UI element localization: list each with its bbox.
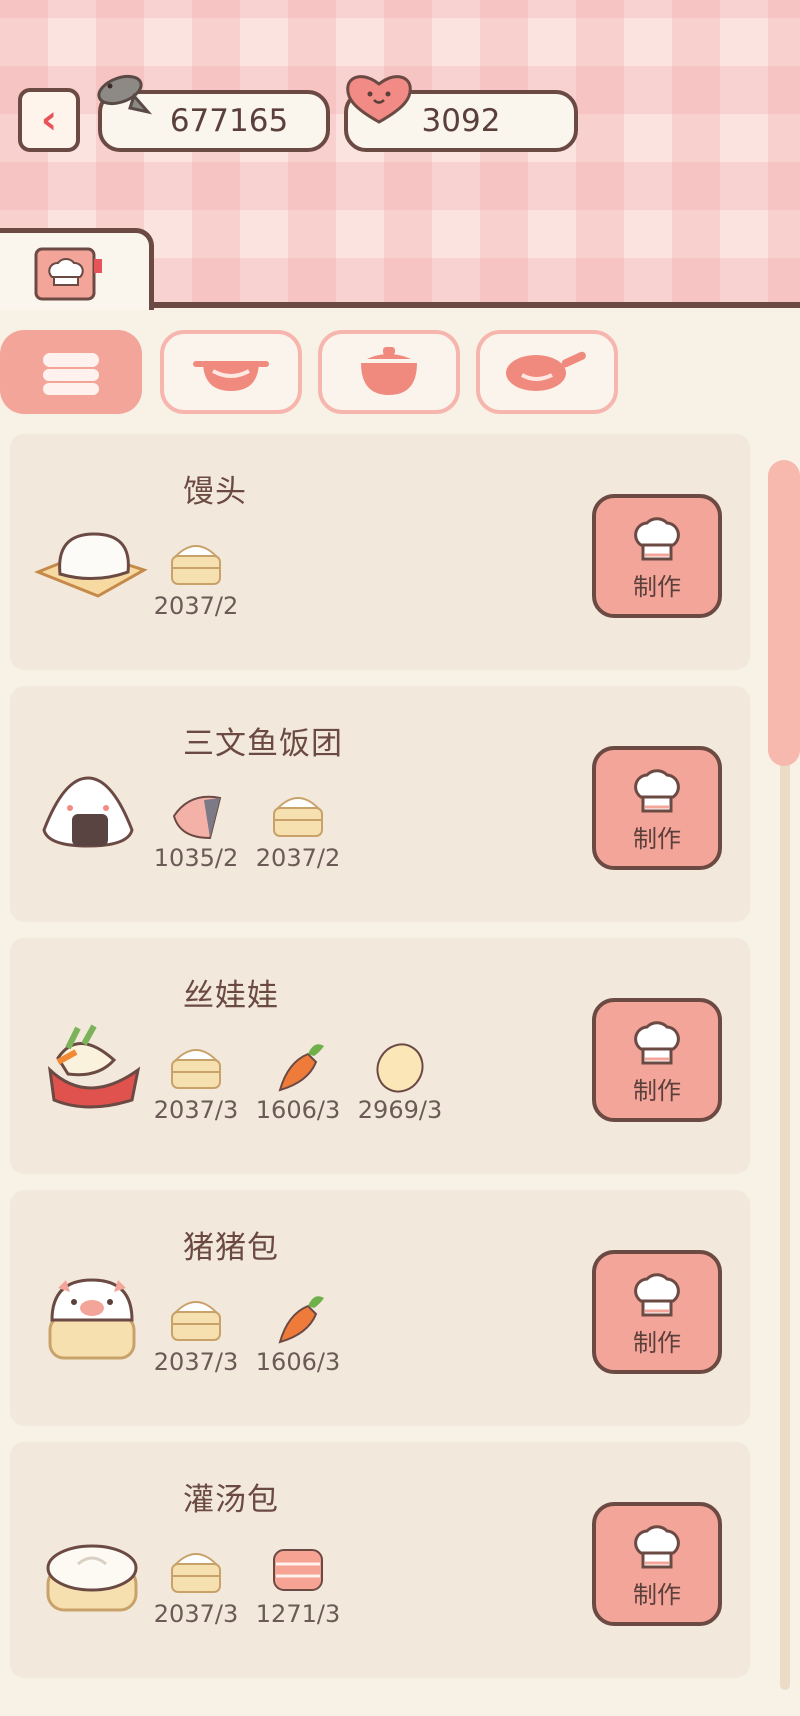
chef-hat-icon bbox=[634, 1020, 680, 1064]
make-label: 制作 bbox=[633, 824, 681, 853]
recipe-card: 三文鱼饭团 1035/2 2037/2 制作 bbox=[10, 686, 750, 922]
ingredient-qty: 2037/2 bbox=[255, 844, 341, 872]
ingredient: 1606/3 bbox=[250, 1038, 346, 1124]
ingredient: 2037/3 bbox=[148, 1038, 244, 1124]
ingredient: 2037/2 bbox=[148, 534, 244, 620]
make-button[interactable]: 制作 bbox=[592, 746, 722, 870]
bun-basket-icon bbox=[171, 1049, 221, 1089]
make-label: 制作 bbox=[633, 1328, 681, 1357]
bun-basket-icon bbox=[273, 797, 323, 837]
cookbook-icon bbox=[34, 247, 102, 301]
ingredient-qty: 1271/3 bbox=[255, 1600, 341, 1628]
carrot-icon bbox=[278, 1296, 324, 1344]
scrollbar-thumb[interactable] bbox=[768, 460, 800, 766]
category-pot[interactable] bbox=[160, 330, 302, 414]
ingredient: 2037/2 bbox=[250, 786, 346, 872]
recipe-name: 灌汤包 bbox=[183, 1482, 279, 1518]
make-label: 制作 bbox=[633, 1580, 681, 1609]
siwawa-icon bbox=[47, 1024, 141, 1109]
fish-icon bbox=[97, 74, 152, 115]
carrot-icon bbox=[278, 1044, 324, 1092]
bun-basket-icon bbox=[171, 1301, 221, 1341]
egg-icon bbox=[376, 1043, 424, 1093]
tab-cookbook[interactable] bbox=[0, 228, 154, 310]
bun-basket-icon bbox=[171, 545, 221, 585]
ingredient-qty: 1035/2 bbox=[153, 844, 239, 872]
ingredient: 2037/3 bbox=[148, 1290, 244, 1376]
ingredient-qty: 2037/3 bbox=[153, 1600, 239, 1628]
bun-basket-icon bbox=[171, 1553, 221, 1593]
ingredient-qty: 1606/3 bbox=[255, 1348, 341, 1376]
make-button[interactable]: 制作 bbox=[592, 494, 722, 618]
chef-hat-icon bbox=[634, 516, 680, 560]
ingredient-qty: 1606/3 bbox=[255, 1096, 341, 1124]
ingredient-qty: 2969/3 bbox=[357, 1096, 443, 1124]
steamer-icon bbox=[43, 353, 99, 395]
casserole-icon bbox=[361, 347, 417, 395]
recipe-name: 三文鱼饭团 bbox=[183, 726, 343, 762]
ingredient-qty: 2037/3 bbox=[153, 1096, 239, 1124]
recipe-name: 丝娃娃 bbox=[183, 978, 279, 1014]
fish-count: 677165 bbox=[169, 103, 289, 139]
heart-icon bbox=[346, 75, 412, 124]
recipe-card: 丝娃娃 2037/3 1606/3 2969/3 制作 bbox=[10, 938, 750, 1174]
recipe-name: 馒头 bbox=[183, 474, 247, 510]
pan-icon bbox=[506, 351, 586, 391]
salmon-icon bbox=[172, 795, 222, 840]
mantou-icon bbox=[33, 532, 148, 598]
make-button[interactable]: 制作 bbox=[592, 998, 722, 1122]
ingredient: 1271/3 bbox=[250, 1542, 346, 1628]
make-button[interactable]: 制作 bbox=[592, 1250, 722, 1374]
pig-bun-icon bbox=[48, 1278, 136, 1360]
back-arrow-icon: ‹ bbox=[40, 97, 58, 143]
make-label: 制作 bbox=[633, 1076, 681, 1105]
soup-dumpling-icon bbox=[46, 1544, 138, 1612]
ingredient-qty: 2037/3 bbox=[153, 1348, 239, 1376]
recipe-card: 灌汤包 2037/3 1271/3 制作 bbox=[10, 1442, 750, 1678]
category-casserole[interactable] bbox=[318, 330, 460, 414]
ingredient: 2037/3 bbox=[148, 1542, 244, 1628]
recipe-name: 猪猪包 bbox=[183, 1230, 279, 1266]
chef-hat-icon bbox=[634, 768, 680, 812]
chef-hat-icon bbox=[634, 1524, 680, 1568]
back-button[interactable]: ‹ bbox=[18, 88, 80, 152]
category-pan[interactable] bbox=[476, 330, 618, 414]
make-button[interactable]: 制作 bbox=[592, 1502, 722, 1626]
ingredient: 1035/2 bbox=[148, 786, 244, 872]
recipe-card: 馒头 2037/2 制作 bbox=[10, 434, 750, 670]
ingredient-qty: 2037/2 bbox=[153, 592, 239, 620]
category-steamer[interactable] bbox=[0, 330, 142, 414]
ingredient: 2969/3 bbox=[352, 1038, 448, 1124]
make-label: 制作 bbox=[633, 572, 681, 601]
chef-hat-icon bbox=[634, 1272, 680, 1316]
recipe-card: 猪猪包 2037/3 1606/3 制作 bbox=[10, 1190, 750, 1426]
onigiri-icon bbox=[42, 776, 134, 848]
pot-icon bbox=[193, 361, 269, 391]
ingredient: 1606/3 bbox=[250, 1290, 346, 1376]
heart-count: 3092 bbox=[421, 103, 501, 139]
meat-icon bbox=[273, 1549, 323, 1591]
